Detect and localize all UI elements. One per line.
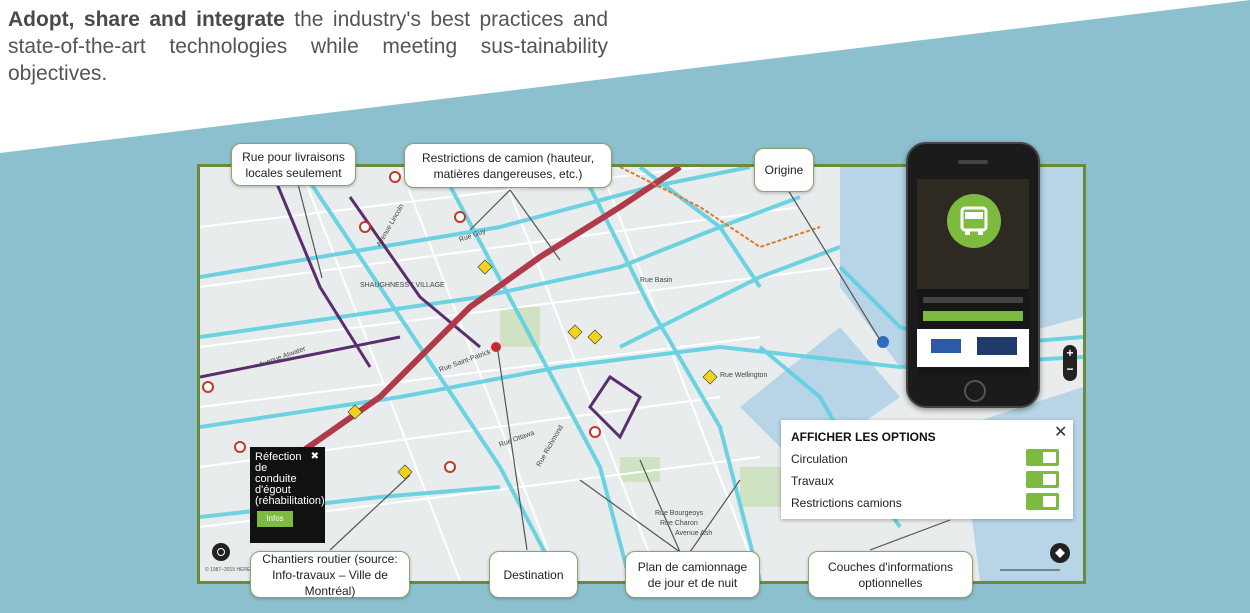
callout-roadworks: Chantiers routier (source: Info-travaux …	[250, 551, 410, 598]
truck-icon	[960, 206, 988, 235]
callout-optional-layers: Couches d'informations optionnelles	[808, 551, 973, 598]
callout-truck-plan-text: Plan de camionnage de jour et de nuit	[637, 559, 748, 590]
zoom-control: + −	[1063, 345, 1077, 381]
callout-local-delivery-text: Rue pour livraisons locales seulement	[242, 149, 345, 180]
toggle-traffic[interactable]	[1026, 449, 1059, 466]
phone-speaker	[958, 160, 988, 164]
phone-header	[917, 179, 1029, 289]
popup-info-button[interactable]: Infos	[257, 511, 293, 527]
options-panel: AFFICHER LES OPTIONS ✕ Circulation Trava…	[781, 420, 1073, 519]
callout-origin-text: Origine	[764, 163, 804, 177]
phone-checkbox-row	[923, 297, 1023, 303]
locate-icon[interactable]	[212, 543, 230, 561]
callout-origin: Origine	[754, 148, 814, 192]
popup-close-icon[interactable]: ✖	[311, 451, 319, 462]
popup-title: Réfection de conduite d'égout (réhabilit…	[255, 451, 325, 507]
phone-screen	[917, 179, 1029, 375]
callout-truck-restrictions-text: Restrictions de camion (hauteur, matière…	[421, 150, 595, 181]
callout-truck-plan: Plan de camionnage de jour et de nuit	[625, 551, 760, 598]
callout-roadworks-text: Chantiers routier (source: Info-travaux …	[262, 551, 398, 598]
callout-destination-text: Destination	[503, 567, 564, 582]
callout-local-delivery: Rue pour livraisons locales seulement	[231, 143, 356, 186]
callout-truck-restrictions: Restrictions de camion (hauteur, matière…	[404, 143, 612, 188]
layers-icon[interactable]	[1050, 543, 1070, 563]
callout-optional-layers-text: Couches d'informations optionnelles	[827, 559, 954, 590]
phone-logos	[917, 329, 1029, 367]
phone-mockup	[906, 142, 1040, 408]
callout-lines	[297, 183, 951, 553]
association-logo	[977, 337, 1017, 355]
options-title: AFFICHER LES OPTIONS	[791, 430, 936, 444]
phone-home-button	[964, 380, 986, 402]
option-label-restrictions: Restrictions camions	[791, 496, 902, 510]
roadwork-popup: ✖ Réfection de conduite d'égout (réhabil…	[250, 447, 325, 543]
toggle-works[interactable]	[1026, 471, 1059, 488]
phone-accept-button[interactable]	[923, 311, 1023, 321]
options-close-icon[interactable]: ✕	[1054, 422, 1067, 442]
quebec-logo	[931, 339, 961, 353]
toggle-restrictions[interactable]	[1026, 493, 1059, 510]
option-label-works: Travaux	[791, 474, 834, 488]
zoom-out-button[interactable]: −	[1063, 361, 1077, 377]
zoom-in-button[interactable]: +	[1063, 345, 1077, 361]
truck-logo-icon	[947, 194, 1001, 248]
callout-destination: Destination	[489, 551, 578, 598]
option-label-traffic: Circulation	[791, 452, 848, 466]
